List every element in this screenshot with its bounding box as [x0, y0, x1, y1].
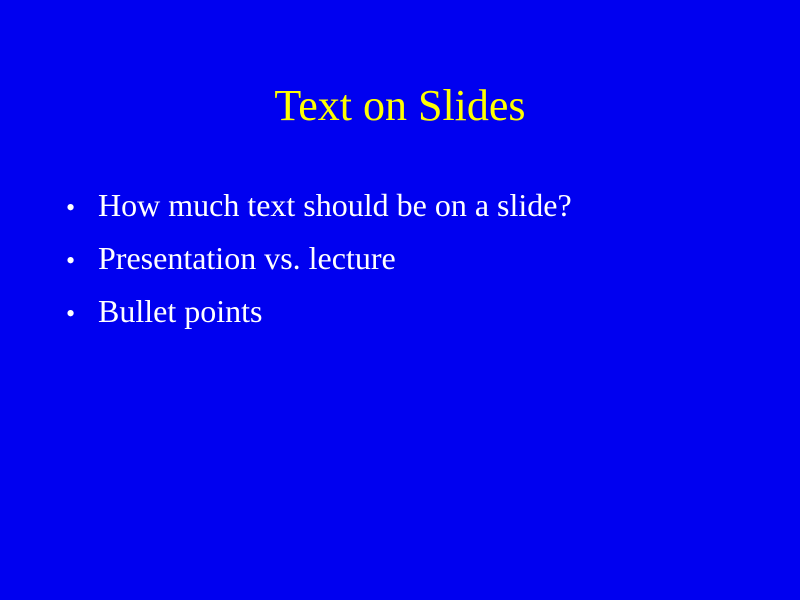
- bullet-list: • How much text should be on a slide? • …: [66, 180, 572, 339]
- bullet-icon: •: [66, 299, 76, 328]
- bullet-item: • Bullet points: [66, 286, 572, 339]
- bullet-icon: •: [66, 193, 76, 222]
- bullet-item: • How much text should be on a slide?: [66, 180, 572, 233]
- bullet-text: Presentation vs. lecture: [98, 240, 396, 276]
- slide: Text on Slides • How much text should be…: [0, 0, 800, 600]
- bullet-item: • Presentation vs. lecture: [66, 233, 572, 286]
- bullet-text: How much text should be on a slide?: [98, 187, 572, 223]
- bullet-icon: •: [66, 246, 76, 275]
- slide-title: Text on Slides: [274, 81, 526, 130]
- bullet-text: Bullet points: [98, 293, 263, 329]
